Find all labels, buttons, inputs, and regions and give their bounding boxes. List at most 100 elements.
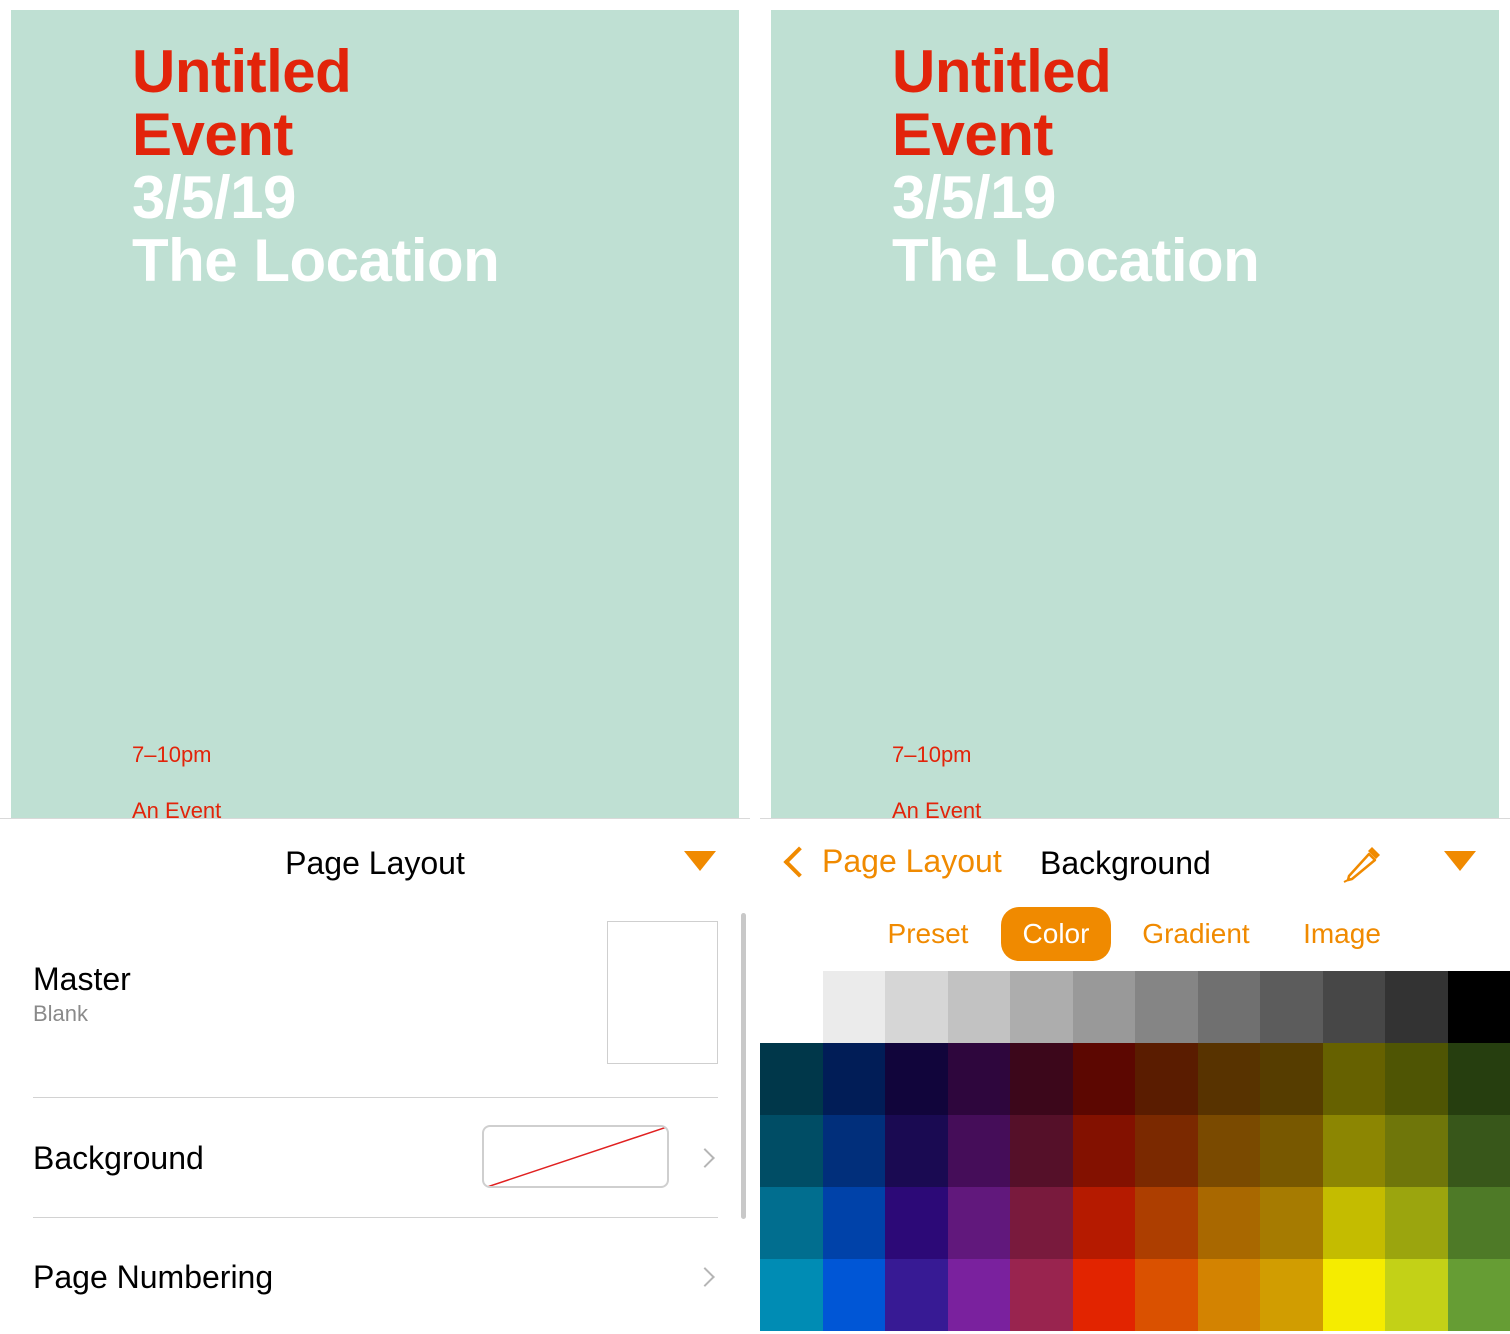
color-swatch[interactable] [1385, 1187, 1448, 1259]
color-swatch[interactable] [1448, 1043, 1510, 1115]
color-swatch[interactable] [1323, 1187, 1385, 1259]
color-swatch[interactable] [1260, 1043, 1323, 1115]
color-swatch[interactable] [1135, 1043, 1198, 1115]
color-swatch[interactable] [760, 1259, 823, 1331]
panel-title: Background [1040, 845, 1211, 881]
color-swatch[interactable] [1135, 971, 1198, 1043]
color-swatch[interactable] [1010, 971, 1073, 1043]
color-swatch[interactable] [885, 1259, 948, 1331]
color-swatch[interactable] [948, 1043, 1010, 1115]
divider [33, 1097, 718, 1098]
triangle-down-icon[interactable] [684, 851, 716, 871]
event-date[interactable]: 3/5/19 [892, 166, 1056, 229]
color-swatch[interactable] [1323, 971, 1385, 1043]
master-value: Blank [33, 1001, 89, 1026]
event-time[interactable]: 7–10pm [132, 742, 212, 768]
color-swatch[interactable] [1010, 1043, 1073, 1115]
tab-preset[interactable]: Preset [874, 907, 982, 961]
color-swatch[interactable] [885, 1115, 948, 1187]
back-button[interactable]: Page Layout [778, 843, 1002, 880]
color-swatch[interactable] [1073, 1187, 1135, 1259]
color-swatch[interactable] [1448, 1259, 1510, 1331]
color-swatch[interactable] [1198, 1259, 1260, 1331]
event-location[interactable]: The Location [892, 229, 1260, 292]
color-swatch[interactable] [1323, 1043, 1385, 1115]
color-swatch[interactable] [1010, 1187, 1073, 1259]
color-swatch[interactable] [760, 971, 823, 1043]
background-swatch[interactable] [482, 1125, 669, 1188]
color-swatch[interactable] [1323, 1259, 1385, 1331]
color-swatch[interactable] [1198, 1043, 1260, 1115]
tab-color[interactable]: Color [1001, 907, 1111, 961]
color-swatch[interactable] [1010, 1259, 1073, 1331]
color-swatch[interactable] [823, 1043, 885, 1115]
color-swatch[interactable] [1073, 971, 1135, 1043]
document-page[interactable]: Untitled Event 3/5/19 The Location 7–10p… [771, 10, 1499, 818]
scrollbar[interactable] [741, 913, 746, 1219]
event-location[interactable]: The Location [132, 229, 500, 292]
chevron-right-icon[interactable] [695, 1148, 715, 1168]
divider [33, 1217, 718, 1218]
tab-gradient[interactable]: Gradient [1132, 907, 1260, 961]
color-swatch[interactable] [1323, 1115, 1385, 1187]
color-swatch[interactable] [760, 1115, 823, 1187]
color-swatch[interactable] [948, 971, 1010, 1043]
color-swatch[interactable] [948, 1115, 1010, 1187]
color-swatch[interactable] [1260, 1259, 1323, 1331]
event-title-line2[interactable]: Event [892, 103, 1053, 166]
color-swatch[interactable] [1198, 1115, 1260, 1187]
left-pane: Untitled Event 3/5/19 The Location 7–10p… [0, 0, 750, 1334]
background-label[interactable]: Background [33, 1140, 204, 1177]
color-swatch[interactable] [1135, 1187, 1198, 1259]
master-label: Master [33, 961, 131, 997]
color-swatch[interactable] [1010, 1115, 1073, 1187]
color-swatch[interactable] [1385, 1043, 1448, 1115]
event-label[interactable]: An Event [132, 798, 221, 818]
color-swatch[interactable] [1198, 971, 1260, 1043]
color-swatch[interactable] [948, 1187, 1010, 1259]
color-swatch[interactable] [885, 971, 948, 1043]
color-swatch[interactable] [1198, 1187, 1260, 1259]
event-title-line2[interactable]: Event [132, 103, 293, 166]
color-swatch[interactable] [1448, 971, 1510, 1043]
event-label[interactable]: An Event [892, 798, 981, 818]
document-page[interactable]: Untitled Event 3/5/19 The Location 7–10p… [11, 10, 739, 818]
color-swatch[interactable] [1385, 971, 1448, 1043]
color-swatch[interactable] [885, 1043, 948, 1115]
eyedropper-icon[interactable] [1340, 843, 1386, 883]
color-swatch[interactable] [1135, 1115, 1198, 1187]
color-swatch[interactable] [760, 1043, 823, 1115]
page-layout-panel: Page Layout Master Blank Background Page… [0, 818, 750, 1334]
color-swatch[interactable] [948, 1259, 1010, 1331]
color-swatch[interactable] [1260, 1187, 1323, 1259]
color-swatch[interactable] [1073, 1259, 1135, 1331]
color-swatch[interactable] [823, 971, 885, 1043]
color-swatch[interactable] [1260, 1115, 1323, 1187]
panel-title: Page Layout [285, 845, 465, 881]
event-title-line1[interactable]: Untitled [132, 40, 352, 103]
color-swatch[interactable] [1448, 1115, 1510, 1187]
color-swatch[interactable] [1073, 1043, 1135, 1115]
color-swatch[interactable] [1448, 1187, 1510, 1259]
master-thumbnail[interactable] [607, 921, 718, 1064]
triangle-down-icon[interactable] [1444, 851, 1476, 871]
chevron-left-icon [783, 845, 815, 878]
color-swatch[interactable] [1135, 1259, 1198, 1331]
color-swatch[interactable] [823, 1259, 885, 1331]
event-title-line1[interactable]: Untitled [892, 40, 1112, 103]
color-swatch[interactable] [885, 1187, 948, 1259]
color-swatch[interactable] [823, 1115, 885, 1187]
page-numbering-label[interactable]: Page Numbering [33, 1259, 273, 1296]
event-date[interactable]: 3/5/19 [132, 166, 296, 229]
color-swatch[interactable] [823, 1187, 885, 1259]
no-fill-icon [487, 1127, 667, 1186]
back-label: Page Layout [822, 843, 1002, 879]
color-swatch[interactable] [1385, 1115, 1448, 1187]
event-time[interactable]: 7–10pm [892, 742, 972, 768]
color-swatch[interactable] [1260, 971, 1323, 1043]
color-swatch[interactable] [1385, 1259, 1448, 1331]
tab-image[interactable]: Image [1288, 907, 1396, 961]
color-swatch[interactable] [760, 1187, 823, 1259]
chevron-right-icon[interactable] [695, 1267, 715, 1287]
color-swatch[interactable] [1073, 1115, 1135, 1187]
